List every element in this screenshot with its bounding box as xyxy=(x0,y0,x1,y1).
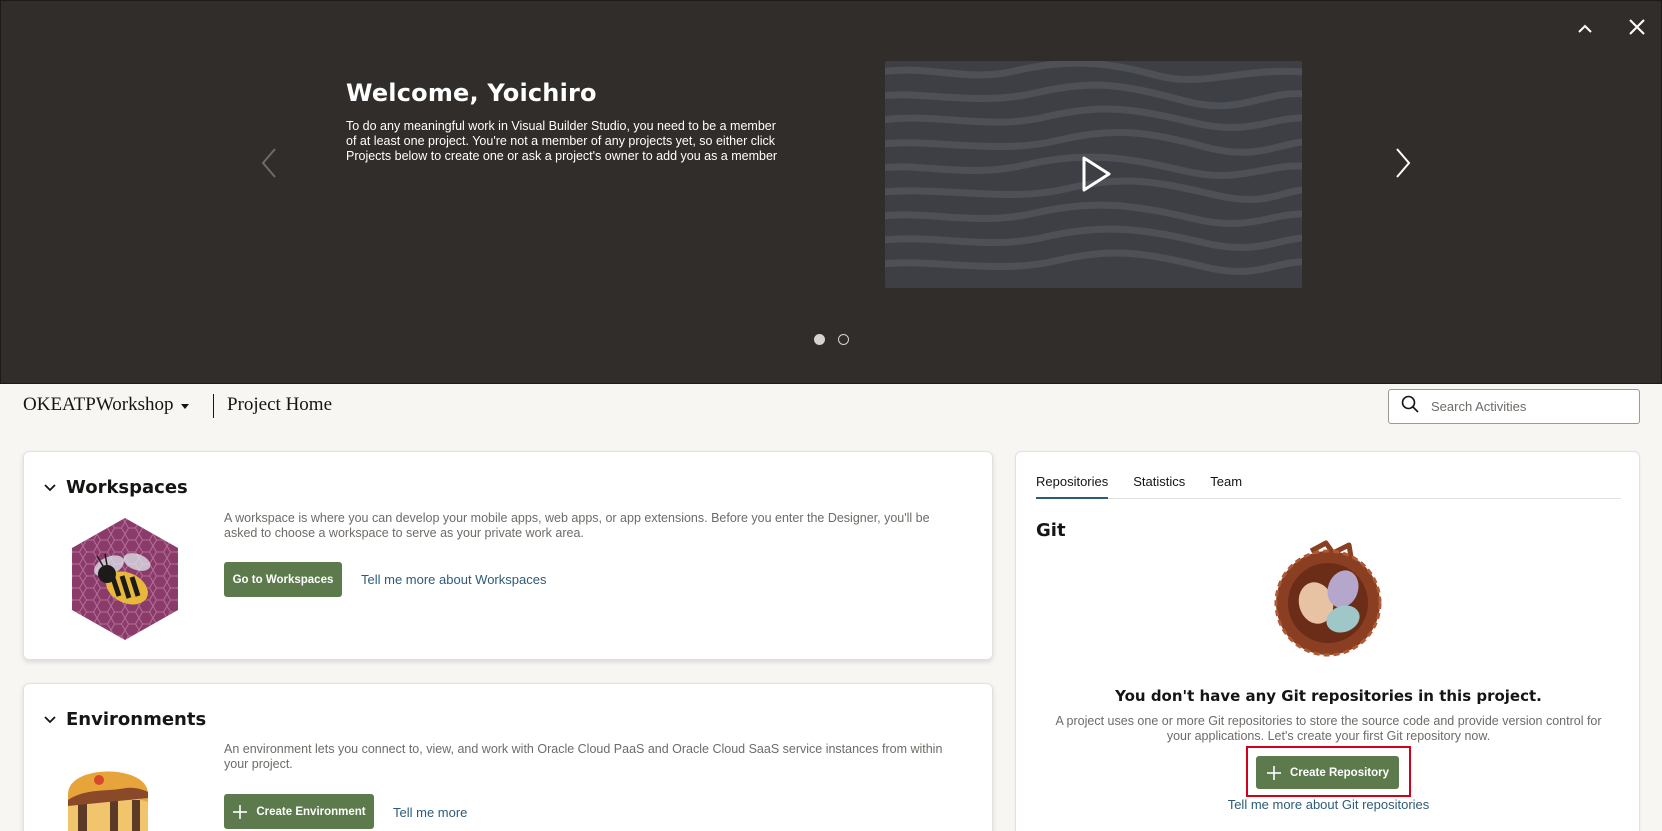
create-repository-label: Create Repository xyxy=(1289,766,1390,779)
workspaces-description: A workspace is where you can develop you… xyxy=(224,511,930,540)
go-to-workspaces-label: Go to Workspaces xyxy=(232,573,334,586)
create-repository-button[interactable]: Create Repository xyxy=(1256,756,1399,789)
project-switcher[interactable]: OKEATPWorkshop xyxy=(23,394,190,416)
video-thumbnail[interactable] xyxy=(885,61,1302,288)
carousel-dots xyxy=(814,334,849,345)
welcome-title: Welcome, Yoichiro xyxy=(346,79,597,107)
tab-team[interactable]: Team xyxy=(1210,462,1242,499)
welcome-banner: Welcome, Yoichiro To do any meaningful w… xyxy=(0,0,1662,384)
chevron-up-icon[interactable] xyxy=(1571,15,1599,43)
create-environment-label: Create Environment xyxy=(256,805,366,818)
go-to-workspaces-button[interactable]: Go to Workspaces xyxy=(224,562,342,597)
search-activities[interactable] xyxy=(1388,389,1640,424)
divider xyxy=(213,394,214,418)
project-header: OKEATPWorkshop Project Home xyxy=(0,384,1662,432)
environments-section-toggle[interactable]: Environments xyxy=(44,709,206,730)
workspaces-help-link[interactable]: Tell me more about Workspaces xyxy=(361,572,546,587)
repo-tabs: Repositories Statistics Team xyxy=(1036,462,1621,499)
tab-statistics[interactable]: Statistics xyxy=(1133,462,1185,499)
workspaces-title: Workspaces xyxy=(66,477,188,498)
workspaces-card: Workspaces A workspace is where you can … xyxy=(23,451,993,660)
play-icon[interactable] xyxy=(1075,154,1115,194)
environments-help-link[interactable]: Tell me more xyxy=(393,805,467,820)
empty-state-description: A project uses one or more Git repositor… xyxy=(1055,714,1602,743)
plus-icon xyxy=(1266,765,1281,780)
caret-down-icon xyxy=(181,403,190,409)
git-section-title: Git xyxy=(1036,520,1066,541)
close-icon[interactable] xyxy=(1623,13,1651,41)
welcome-text: To do any meaningful work in Visual Buil… xyxy=(346,119,778,163)
forest-illustration xyxy=(68,771,148,831)
plus-icon xyxy=(233,804,248,819)
chevron-down-icon xyxy=(44,483,56,491)
search-icon xyxy=(1401,395,1419,418)
repositories-card: Repositories Statistics Team Git You don… xyxy=(1015,451,1640,831)
environments-description: An environment lets you connect to, view… xyxy=(224,742,943,771)
carousel-dot-1[interactable] xyxy=(814,334,825,345)
workspaces-section-toggle[interactable]: Workspaces xyxy=(44,477,188,498)
environments-title: Environments xyxy=(66,709,207,730)
bee-illustration xyxy=(72,518,178,640)
carousel-dot-2[interactable] xyxy=(838,334,849,345)
git-help-link[interactable]: Tell me more about Git repositories xyxy=(1016,797,1641,812)
search-input[interactable] xyxy=(1431,399,1621,414)
empty-state-title: You don't have any Git repositories in t… xyxy=(1115,687,1542,705)
chevron-left-icon[interactable] xyxy=(257,143,281,183)
create-environment-button[interactable]: Create Environment xyxy=(224,794,374,829)
chevron-down-icon xyxy=(44,715,56,723)
page-title: Project Home xyxy=(227,394,333,415)
project-name: OKEATPWorkshop xyxy=(23,394,174,415)
nest-illustration xyxy=(1274,540,1382,657)
tab-repositories[interactable]: Repositories xyxy=(1036,462,1109,499)
chevron-right-icon[interactable] xyxy=(1391,143,1415,183)
environments-card: Environments An environment lets you con… xyxy=(23,683,993,831)
